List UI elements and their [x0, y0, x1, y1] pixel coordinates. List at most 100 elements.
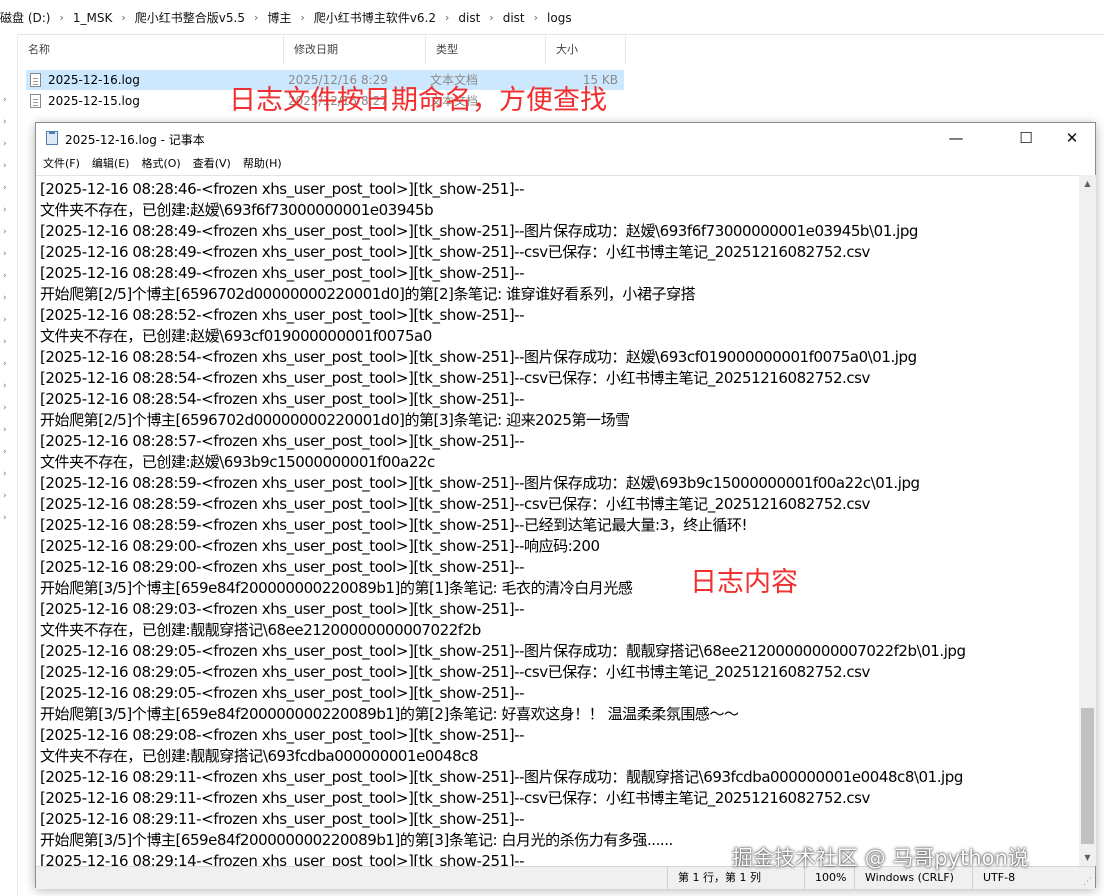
chevron-right-icon: ›: [300, 11, 305, 24]
chevron-right-icon[interactable]: ›: [3, 382, 11, 391]
chevron-right-icon[interactable]: ›: [3, 448, 11, 457]
log-line: [2025-12-16 08:28:59-<frozen xhs_user_po…: [40, 495, 870, 513]
log-line: [2025-12-16 08:29:11-<frozen xhs_user_po…: [40, 789, 870, 807]
menu-help[interactable]: 帮助(H): [237, 153, 288, 175]
log-line: [2025-12-16 08:28:46-<frozen xhs_user_po…: [40, 180, 525, 198]
log-line: [2025-12-16 08:29:14-<frozen xhs_user_po…: [40, 852, 525, 867]
breadcrumb-item[interactable]: 1_MSK: [66, 11, 119, 25]
log-line: [2025-12-16 08:28:54-<frozen xhs_user_po…: [40, 390, 525, 408]
breadcrumb: 磁盘 (D:) › 1_MSK › 爬小红书整合版v5.5 › 博主 › 爬小红书博主软…: [0, 9, 579, 26]
scrollbar-thumb[interactable]: [1081, 708, 1094, 844]
log-line: [2025-12-16 08:29:03-<frozen xhs_user_po…: [40, 600, 525, 618]
log-line: [2025-12-16 08:29:05-<frozen xhs_user_po…: [40, 642, 966, 660]
maximize-button[interactable]: ☐: [1003, 123, 1049, 153]
breadcrumb-item[interactable]: 爬小红书博主软件v6.2: [307, 9, 443, 26]
chevron-right-icon: ›: [253, 11, 259, 24]
annotation-content-note: 日志内容: [690, 567, 798, 598]
chevron-right-icon[interactable]: ›: [3, 162, 11, 171]
menu-view[interactable]: 查看(V): [187, 153, 237, 175]
file-name: 2025-12-16.log: [48, 73, 140, 87]
log-line: [2025-12-16 08:28:49-<frozen xhs_user_po…: [40, 222, 918, 240]
chevron-right-icon: ›: [121, 11, 126, 24]
navigation-pane[interactable]: › › › › › › › › › › › › › › › › › › › ›: [0, 34, 18, 896]
chevron-right-icon[interactable]: ›: [3, 272, 11, 281]
log-line: [2025-12-16 08:29:00-<frozen xhs_user_po…: [40, 558, 525, 576]
menu-file[interactable]: 文件(F): [36, 153, 86, 175]
chevron-right-icon[interactable]: ›: [3, 184, 11, 193]
log-line: [2025-12-16 08:29:11-<frozen xhs_user_po…: [40, 810, 525, 828]
chevron-right-icon[interactable]: ›: [3, 514, 11, 523]
vertical-scrollbar[interactable]: ▲ ▼: [1079, 175, 1096, 866]
chevron-right-icon[interactable]: ›: [3, 206, 11, 215]
notepad-window[interactable]: 2025-12-16.log - 记事本 — ☐ ✕ 文件(F) 编辑(E) 格…: [35, 122, 1096, 889]
address-bar[interactable]: 磁盘 (D:) › 1_MSK › 爬小红书整合版v5.5 › 博主 › 爬小红书博主软…: [0, 0, 1104, 35]
file-list-header: 名称 修改日期 类型 大小: [18, 36, 638, 64]
file-name: 2025-12-15.log: [48, 94, 140, 108]
chevron-right-icon[interactable]: ›: [3, 360, 11, 369]
chevron-right-icon[interactable]: ›: [3, 492, 11, 501]
breadcrumb-item[interactable]: 博主: [260, 9, 298, 26]
watermark: 掘金技术社区 @ 马哥python说: [732, 846, 1029, 870]
resize-grip-icon[interactable]: ⋰: [1083, 877, 1093, 887]
log-line: 开始爬第[3/5]个博主[659e84f200000000220089b1]的第…: [40, 579, 633, 597]
chevron-right-icon[interactable]: ›: [3, 470, 11, 479]
notepad-icon: [46, 131, 58, 145]
log-line: [2025-12-16 08:28:54-<frozen xhs_user_po…: [40, 369, 870, 387]
column-header-size[interactable]: 大小: [546, 36, 626, 64]
chevron-right-icon[interactable]: ›: [3, 118, 11, 127]
chevron-right-icon[interactable]: ›: [3, 228, 11, 237]
breadcrumb-item-drive[interactable]: 磁盘 (D:): [0, 9, 57, 26]
text-file-icon: [30, 94, 41, 108]
log-line: [2025-12-16 08:28:54-<frozen xhs_user_po…: [40, 348, 917, 366]
log-line: 文件夹不存在，已创建:赵嫒\693cf019000000001f0075a0: [40, 327, 432, 345]
chevron-right-icon: ›: [533, 11, 539, 24]
breadcrumb-item[interactable]: 爬小红书整合版v5.5: [128, 9, 252, 26]
log-line: 开始爬第[3/5]个博主[659e84f200000000220089b1]的第…: [40, 831, 673, 849]
scroll-up-icon[interactable]: ▲: [1079, 175, 1096, 192]
menu-bar: 文件(F) 编辑(E) 格式(O) 查看(V) 帮助(H): [36, 153, 1095, 175]
log-line: 开始爬第[2/5]个博主[6596702d00000000220001d0]的第…: [40, 285, 696, 303]
annotation-filename-note: 日志文件按日期命名，方便查找: [229, 85, 607, 116]
scroll-down-icon[interactable]: ▼: [1079, 849, 1096, 866]
breadcrumb-item[interactable]: dist: [451, 11, 487, 25]
log-line: [2025-12-16 08:29:05-<frozen xhs_user_po…: [40, 684, 525, 702]
window-title: 2025-12-16.log - 记事本: [65, 133, 205, 147]
chevron-right-icon: ›: [444, 11, 450, 24]
log-line: [2025-12-16 08:29:05-<frozen xhs_user_po…: [40, 663, 870, 681]
menu-format[interactable]: 格式(O): [135, 153, 186, 175]
chevron-right-icon: ›: [59, 11, 64, 24]
log-line: 文件夹不存在，已创建:靓靓穿搭记\693fcdba000000001e0048c…: [40, 747, 479, 765]
column-header-type[interactable]: 类型: [426, 36, 546, 64]
log-line: [2025-12-16 08:28:49-<frozen xhs_user_po…: [40, 243, 870, 261]
chevron-right-icon[interactable]: ›: [3, 294, 11, 303]
log-line: [2025-12-16 08:29:00-<frozen xhs_user_po…: [40, 537, 600, 555]
minimize-button[interactable]: —: [933, 123, 979, 153]
log-line: [2025-12-16 08:28:59-<frozen xhs_user_po…: [40, 474, 920, 492]
column-header-name[interactable]: 名称: [18, 36, 284, 64]
breadcrumb-item-current[interactable]: logs: [540, 11, 579, 25]
chevron-right-icon[interactable]: ›: [3, 338, 11, 347]
log-line: 文件夹不存在，已创建:赵嫒\693f6f73000000001e03945b: [40, 201, 434, 219]
chevron-right-icon[interactable]: ›: [3, 250, 11, 259]
chevron-right-icon[interactable]: ›: [3, 316, 11, 325]
breadcrumb-item[interactable]: dist: [496, 11, 532, 25]
log-line: [2025-12-16 08:29:08-<frozen xhs_user_po…: [40, 726, 525, 744]
log-line: [2025-12-16 08:28:57-<frozen xhs_user_po…: [40, 432, 525, 450]
log-line: [2025-12-16 08:29:11-<frozen xhs_user_po…: [40, 768, 963, 786]
log-line: 开始爬第[2/5]个博主[6596702d00000000220001d0]的第…: [40, 411, 630, 429]
chevron-right-icon[interactable]: ›: [3, 426, 11, 435]
log-line: [2025-12-16 08:28:52-<frozen xhs_user_po…: [40, 306, 525, 324]
log-line: [2025-12-16 08:28:59-<frozen xhs_user_po…: [40, 516, 748, 534]
chevron-right-icon[interactable]: ›: [3, 404, 11, 413]
column-header-date[interactable]: 修改日期: [284, 36, 426, 64]
title-bar[interactable]: 2025-12-16.log - 记事本 — ☐ ✕: [36, 123, 1095, 153]
log-line: 文件夹不存在，已创建:靓靓穿搭记\68ee21200000000007022f2…: [40, 621, 481, 639]
text-file-icon: [30, 73, 41, 87]
chevron-right-icon[interactable]: ›: [3, 140, 11, 149]
chevron-right-icon[interactable]: ›: [3, 96, 11, 105]
close-button[interactable]: ✕: [1049, 123, 1095, 153]
log-line: 文件夹不存在，已创建:赵嫒\693b9c15000000001f00a22c: [40, 453, 435, 471]
text-editor[interactable]: [2025-12-16 08:28:46-<frozen xhs_user_po…: [36, 175, 1079, 867]
menu-edit[interactable]: 编辑(E): [86, 153, 136, 175]
log-line: [2025-12-16 08:28:49-<frozen xhs_user_po…: [40, 264, 525, 282]
